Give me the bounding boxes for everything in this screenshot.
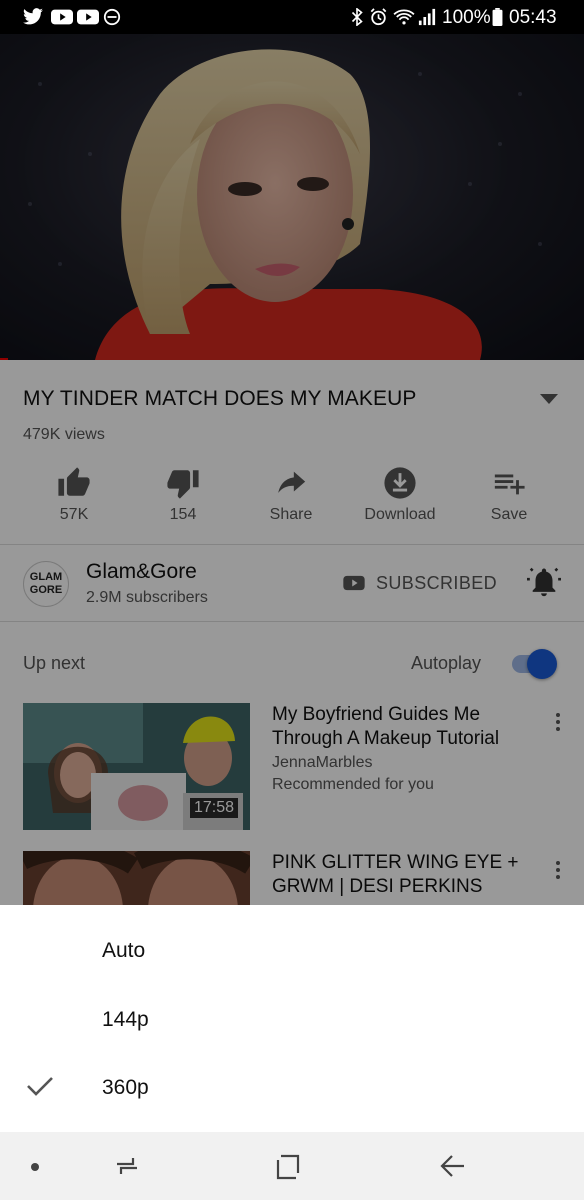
bluetooth-icon <box>351 8 363 26</box>
quality-option-auto[interactable]: Auto <box>102 939 145 963</box>
system-nav-bar <box>0 1132 584 1200</box>
alarm-icon <box>370 8 387 26</box>
clock: 05:43 <box>509 7 557 28</box>
quality-option-144p[interactable]: 144p <box>102 1008 149 1032</box>
check-icon <box>27 1077 53 1096</box>
signal-icon <box>418 8 436 26</box>
back-icon[interactable] <box>440 1154 466 1178</box>
wifi-icon <box>393 9 415 25</box>
recent-apps-icon[interactable] <box>114 1155 140 1177</box>
quality-bottom-sheet: Auto 144p 360p <box>0 905 584 1132</box>
battery-percent: 100% <box>442 7 491 28</box>
twitter-icon <box>23 8 43 25</box>
home-icon[interactable] <box>276 1154 302 1180</box>
quality-option-360p[interactable]: 360p <box>102 1076 149 1100</box>
youtube-icon <box>77 9 99 25</box>
do-not-disturb-icon <box>103 8 121 26</box>
status-bar: 100% 05:43 <box>0 0 584 34</box>
battery-icon <box>492 8 503 26</box>
youtube-icon <box>51 9 73 25</box>
nav-dot-icon <box>31 1163 39 1171</box>
